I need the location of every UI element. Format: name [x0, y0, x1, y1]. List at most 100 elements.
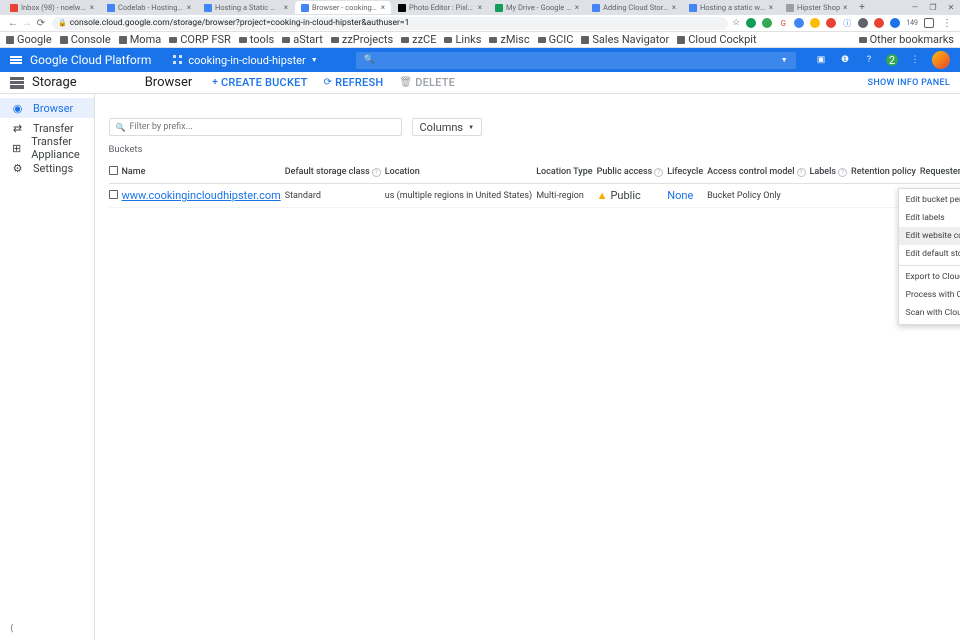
column-header[interactable]: Location — [385, 161, 536, 184]
bookmark-item[interactable]: Moma — [119, 33, 162, 46]
browser-tab[interactable]: Hipster Shop× — [780, 1, 853, 14]
tab-close-button[interactable]: × — [843, 3, 847, 12]
ext-icon-5[interactable] — [810, 18, 820, 28]
back-button[interactable]: ← — [6, 18, 20, 29]
bucket-name-link[interactable]: www.cookingincloudhipster.com — [122, 189, 281, 202]
menu-item[interactable]: Edit website configuration — [899, 227, 960, 245]
project-selector[interactable]: cooking-in-cloud-hipster ▼ — [165, 51, 325, 70]
reload-button[interactable]: ⟳ — [34, 18, 48, 29]
column-header[interactable]: Name — [122, 161, 285, 184]
help-icon[interactable]: ? — [372, 168, 381, 177]
new-tab-button[interactable]: + — [854, 2, 869, 13]
show-info-panel-button[interactable]: SHOW INFO PANEL — [868, 78, 950, 88]
bookmark-item[interactable]: zMisc — [489, 33, 529, 46]
ext-icon-10[interactable] — [890, 18, 900, 28]
column-header[interactable]: Location Type — [536, 161, 596, 184]
menu-item[interactable]: Scan with Cloud Data Loss Prevention — [899, 304, 960, 322]
help-icon[interactable]: ? — [654, 168, 663, 177]
column-header[interactable]: Requester Pays? — [920, 161, 960, 184]
bookmark-item[interactable]: GCIC — [538, 33, 574, 46]
row-checkbox[interactable] — [109, 190, 118, 199]
ext-icon-6[interactable] — [826, 18, 836, 28]
tab-close-button[interactable]: × — [672, 3, 676, 12]
sidebar-item-browser[interactable]: ◉Browser — [0, 98, 94, 118]
help-icon[interactable]: ? — [838, 168, 847, 177]
browser-tab[interactable]: Inbox (98) - noelwclarke× — [4, 1, 100, 14]
menu-item[interactable]: Edit default storage class — [899, 245, 960, 263]
menu-item[interactable]: Process with Cloud Functions — [899, 286, 960, 304]
sidebar-item-transfer-appliance[interactable]: ⊞Transfer Appliance — [0, 138, 94, 158]
lifecycle-link[interactable]: None — [667, 189, 693, 202]
column-header[interactable]: Retention policy — [851, 161, 920, 184]
table-row[interactable]: www.cookingincloudhipster.com Standard u… — [109, 184, 960, 208]
column-header[interactable]: Default storage class? — [285, 161, 385, 184]
browser-menu-button[interactable]: ⋮ — [940, 18, 954, 29]
settings-menu-button[interactable]: ⋮ — [908, 53, 922, 67]
bookmark-item[interactable]: Links — [444, 33, 481, 46]
bookmark-item[interactable]: Sales Navigator — [581, 33, 669, 46]
other-bookmarks[interactable]: Other bookmarks — [859, 33, 954, 46]
tab-close-button[interactable]: × — [575, 3, 579, 12]
bookmark-item[interactable]: Console — [60, 33, 111, 46]
bookmark-item[interactable]: Google — [6, 33, 52, 46]
ext-icon-9[interactable] — [874, 18, 884, 28]
tab-close-button[interactable]: × — [284, 3, 288, 12]
tab-close-button[interactable]: × — [769, 3, 773, 12]
filter-input[interactable]: 🔍 — [109, 118, 402, 136]
columns-button[interactable]: Columns ▼ — [412, 118, 483, 136]
cloud-shell-button[interactable]: ▣ — [814, 53, 828, 67]
bookmark-item[interactable]: aStart — [282, 33, 323, 46]
bookmark-item[interactable]: Cloud Cockpit — [677, 33, 756, 46]
browser-tab[interactable]: Adding Cloud Storage bu× — [586, 1, 682, 14]
gcp-logo[interactable]: Google Cloud Platform — [30, 53, 151, 67]
browser-tab[interactable]: Hosting a Static Website× — [198, 1, 294, 14]
delete-button[interactable]: 🗑 DELETE — [399, 76, 455, 89]
ext-icon-1[interactable] — [746, 18, 756, 28]
ext-icon-3[interactable]: G — [778, 18, 788, 28]
ext-icon-11[interactable] — [924, 18, 934, 28]
help-button[interactable]: ❶ — [838, 53, 852, 67]
tab-close-button[interactable]: × — [187, 3, 191, 12]
bookmark-item[interactable]: zzProjects — [331, 33, 393, 46]
nav-menu-button[interactable] — [10, 55, 22, 66]
bookmark-item[interactable]: zzCE — [401, 33, 436, 46]
browser-tab[interactable]: Codelab - Hosting a Stat× — [101, 1, 197, 14]
bookmark-item[interactable]: CORP FSR — [169, 33, 231, 46]
ext-icon-2[interactable] — [762, 18, 772, 28]
notifications-button[interactable]: 2 — [886, 54, 898, 66]
select-all-checkbox[interactable] — [109, 166, 118, 175]
tab-close-button[interactable]: × — [478, 3, 482, 12]
browser-tab[interactable]: Hosting a static website× — [683, 1, 779, 14]
column-header[interactable]: Lifecycle — [667, 161, 707, 184]
docs-button[interactable]: ? — [862, 53, 876, 67]
tab-close-button[interactable]: × — [381, 3, 385, 12]
column-header[interactable]: Labels? — [810, 161, 852, 184]
url-field[interactable]: 🔒 console.cloud.google.com/storage/brows… — [52, 17, 728, 30]
ext-icon-8[interactable] — [858, 18, 868, 28]
ext-icon-4[interactable] — [794, 18, 804, 28]
tab-close-button[interactable]: × — [90, 3, 94, 12]
menu-item[interactable]: Export to Cloud Pub/Sub — [899, 268, 960, 286]
collapse-sidebar-button[interactable]: ⟨ — [10, 624, 14, 634]
column-header[interactable]: Access control model? — [707, 161, 809, 184]
star-icon[interactable]: ☆ — [732, 18, 740, 28]
maximize-button[interactable]: ❐ — [924, 3, 942, 12]
ext-icon-7[interactable]: ⓘ — [842, 18, 852, 28]
help-icon[interactable]: ? — [797, 168, 806, 177]
column-header[interactable]: Public access? — [597, 161, 668, 184]
forward-button[interactable]: → — [20, 18, 34, 29]
create-bucket-button[interactable]: + CREATE BUCKET — [212, 76, 307, 89]
refresh-button[interactable]: ⟳ REFRESH — [324, 76, 384, 89]
sidebar-item-settings[interactable]: ⚙Settings — [0, 158, 94, 178]
search-bar[interactable]: 🔍 ▼ — [356, 52, 796, 69]
browser-tab[interactable]: My Drive - Google Drive× — [489, 1, 585, 14]
menu-item[interactable]: Edit bucket permissions — [899, 191, 960, 209]
bookmark-item[interactable]: tools — [239, 33, 274, 46]
close-window-button[interactable]: ✕ — [942, 3, 960, 12]
browser-tab[interactable]: Photo Editor : Pixlr X - fr× — [392, 1, 488, 14]
minimize-button[interactable]: — — [906, 3, 924, 12]
account-avatar[interactable] — [932, 51, 950, 69]
filter-field[interactable] — [129, 122, 394, 132]
browser-tab[interactable]: Browser - cooking-in-clo× — [295, 1, 391, 14]
menu-item[interactable]: Edit labels — [899, 209, 960, 227]
